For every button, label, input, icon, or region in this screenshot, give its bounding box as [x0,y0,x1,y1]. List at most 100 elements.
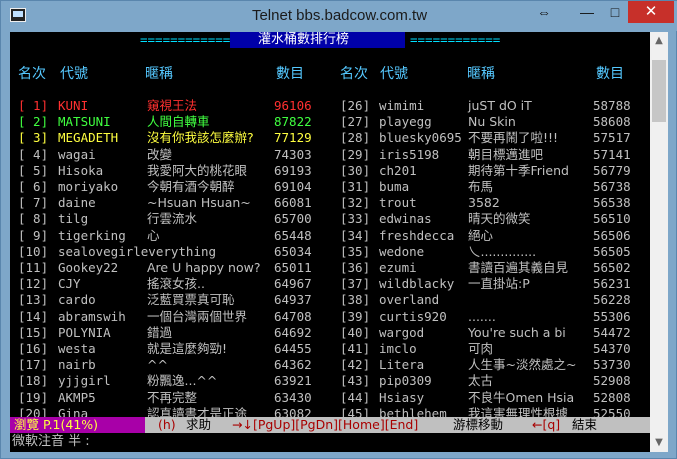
right-rank: [32] [340,195,371,211]
left-user-id: POLYNIA [58,324,111,340]
ranking-row[interactable]: [13] cardo 泛藍買票真可恥 64937 [38] overland 56228 [10,292,650,308]
right-user-id: wimimi [379,98,425,113]
right-count: 56538 [593,195,631,211]
right-user-id: freshdecca [379,227,455,243]
ranking-row[interactable]: [17] nairb ^^ 64362 [42] Litera 人生事~淡然處之~ 53730 [10,357,650,373]
left-rank: [19] [18,389,49,405]
left-user-id: yjjgirl [58,373,111,389]
ranking-row[interactable]: [ 1] KUNI 窺視王法 96106 [26] wimimi juST dO iT 587… [10,98,650,114]
ranking-row[interactable]: [16] westa 就是這麼夠勁! 64455 [41] imclo 可肉 54370 [10,341,650,357]
left-nickname: 我愛阿大的桃花眼 [147,162,248,178]
maximize-button[interactable]: □ [601,1,629,23]
resize-icon[interactable]: ⇔ [531,1,557,23]
ranking-row[interactable]: [ 9] tigerking 心 65448 [34] freshdecca 絕心 56506 [10,228,650,244]
right-nickname: ....... [468,308,496,324]
left-user-id: KUNI [58,98,89,113]
left-count: 63921 [274,373,312,389]
scroll-up-arrow-icon[interactable]: ▲ [650,32,668,50]
status-bar: 瀏覽 P.1(41%) (h) 求助 →↓[PgUp][PgDn][Home][… [10,417,650,433]
right-nickname: juST dO iT [468,98,532,113]
right-count: 52908 [593,373,631,389]
terminal-screen[interactable]: ============ 灌水桶數排行榜 ============ 名次 代號 … [10,32,650,452]
right-user-id: edwinas [379,211,432,227]
ranking-row[interactable]: [12] CJY 搖滾女孩.. 64967 [37] wildblacky 一直掛站:P 56… [10,276,650,292]
right-count: 56506 [593,227,631,243]
ranking-row[interactable]: [19] AKMP5 不再完整 63430 [44] Hsiasy 不良牛Omen Hsia… [10,390,650,406]
right-count: 56505 [593,243,631,259]
right-nickname: 書讀百遍其義自見 [468,260,569,275]
left-rank: [16] [18,341,49,356]
left-count: 69193 [274,162,312,178]
telnet-window: Telnet bbs.badcow.com.tw ⇔ — □ ✕ =======… [0,0,677,459]
ranking-row[interactable]: [15] POLYNIA 錯過 64692 [40] wargod You're such … [10,325,650,341]
right-nickname: 朝目標邁進吧 [468,146,544,162]
right-nickname: 不良牛Omen Hsia [468,389,575,405]
right-nickname: 太古 [468,373,494,389]
ranking-row[interactable]: [ 4] wagai 改變 74303 [29] iris5198 朝目標邁進吧 57141 [10,147,650,163]
ranking-row[interactable]: [11] Gookey22 Are U happy now? 65011 [36] ezu… [10,260,650,276]
ime-input-bar[interactable]: 微軟注音 半 : [10,433,650,452]
left-nickname: Are U happy now? [147,260,261,275]
ranking-row[interactable]: [ 7] daine ~Hsuan Hsuan~ 66081 [32] trout 3582… [10,195,650,211]
ranking-row[interactable]: [ 3] MEGADETH 沒有你我該怎麼辦? 77129 [28] bluesky069… [10,130,650,146]
right-user-id: trout [379,195,417,211]
left-nickname: 一個台灣兩個世界 [147,308,248,324]
right-nickname: Nu Skin [468,114,516,130]
title-bar[interactable]: Telnet bbs.badcow.com.tw ⇔ — □ ✕ [1,1,677,31]
ranking-row[interactable]: [ 2] MATSUNI 人間自轉車 87822 [27] playegg Nu Skin 5… [10,114,650,130]
ranking-row[interactable]: [10] sealovegirleverything 65034 [35] wedone… [10,244,650,260]
left-nickname: ~Hsuan Hsuan~ [147,195,251,211]
status-move-label: 游標移動 [453,417,504,432]
right-count: 56228 [593,292,631,308]
right-count: 52808 [593,389,631,405]
close-button[interactable]: ✕ [628,1,674,23]
right-nickname: 晴天的微笑 [468,211,531,227]
right-user-id: wedone [379,243,425,259]
left-count: 65034 [274,243,312,259]
left-nickname: 今朝有酒今朝醉 [147,179,235,194]
ranking-row[interactable]: [ 8] tilg 行雲流水 65700 [33] edwinas 晴天的微笑 56510 [10,211,650,227]
left-count: 96106 [274,98,312,113]
left-user-id: AKMP5 [58,389,96,405]
scroll-thumb[interactable] [652,60,666,122]
left-rank: [10] [18,243,49,259]
status-quit-label: 結束 [572,417,598,432]
left-nickname: 改變 [147,146,173,162]
scroll-down-arrow-icon[interactable]: ▼ [650,434,668,452]
ranking-row[interactable]: [14] abramswih 一個台灣兩個世界 64708 [39] curtis920.… [10,309,650,325]
left-count: 64937 [274,292,312,308]
minimize-button[interactable]: — [573,1,601,23]
left-count: 66081 [274,195,312,211]
header-row: 名次 代號 暱稱 數目 名次 代號 暱稱 數目 [10,66,650,84]
right-user-id: playegg [379,114,432,130]
header-nick-right: 暱稱 [467,66,495,82]
left-rank: [ 8] [18,211,49,227]
ranking-row[interactable]: [ 6] moriyako 今朝有酒今朝醉 69104 [31] buma 布馬 56738 [10,179,650,195]
left-user-id: Gookey22 [58,260,119,275]
right-nickname: 乀.............. [468,243,537,259]
ranking-row[interactable]: [ 5] Hisoka 我愛阿大的桃花眼 69193 [30] ch201 期待第十季Fri… [10,163,650,179]
right-user-id: overland [379,292,440,308]
banner-right-rule: ============ [410,32,501,47]
right-rank: [31] [340,179,371,194]
ranking-row[interactable]: [18] yjjgirl 粉飄逸...^^ 63921 [43] pip0309 太古 529… [10,373,650,389]
right-nickname: 一直掛站:P [468,276,530,292]
right-rank: [41] [340,341,371,356]
left-user-id: moriyako [58,179,119,194]
left-user-id: CJY [58,276,81,292]
left-user-id: cardo [58,292,96,308]
right-rank: [37] [340,276,371,292]
right-rank: [36] [340,260,371,275]
right-count: 55306 [593,308,631,324]
right-rank: [43] [340,373,371,389]
left-count: 64967 [274,276,312,292]
right-rank: [34] [340,227,371,243]
vertical-scrollbar[interactable]: ▲ ▼ [650,32,668,452]
banner-row: ============ 灌水桶數排行榜 ============ [10,32,650,48]
right-count: 53730 [593,357,631,373]
header-rank-right: 名次 [340,66,368,82]
left-count: 64708 [274,308,312,324]
left-rank: [15] [18,324,49,340]
left-nickname: 沒有你我該怎麼辦? [147,130,254,146]
right-count: 54472 [593,324,631,340]
